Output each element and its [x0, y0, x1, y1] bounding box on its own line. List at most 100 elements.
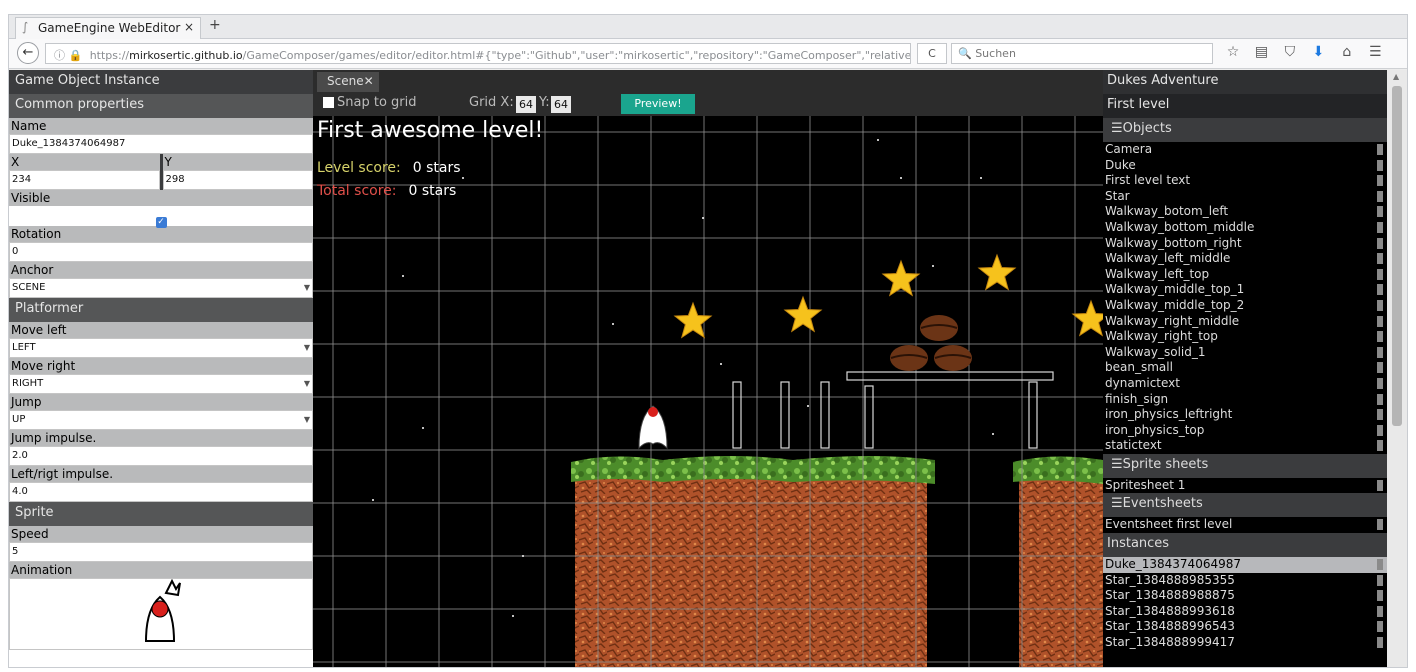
instances-header[interactable]: Instances: [1103, 533, 1387, 558]
objects-header[interactable]: ☰Objects: [1103, 118, 1387, 142]
preview-button[interactable]: Preview!: [621, 94, 695, 114]
object-item[interactable]: statictext: [1103, 438, 1387, 454]
section-sprite[interactable]: Sprite: [9, 502, 313, 526]
object-item[interactable]: Walkway_middle_top_1: [1103, 282, 1387, 298]
object-item[interactable]: Star: [1103, 189, 1387, 205]
home-icon[interactable]: ⌂: [1335, 44, 1359, 60]
trash-icon[interactable]: [1377, 574, 1383, 586]
ground-block-right[interactable]: [1013, 456, 1103, 668]
trash-icon[interactable]: [1377, 590, 1383, 602]
back-arrow-icon[interactable]: ←: [17, 42, 39, 64]
trash-icon[interactable]: [1377, 206, 1383, 218]
tab-close-icon[interactable]: ×: [184, 20, 194, 34]
instance-item[interactable]: Star_1384888999417: [1103, 635, 1387, 651]
star-objects[interactable]: [673, 253, 1103, 339]
move-right-select[interactable]: RIGHT ▼: [9, 374, 313, 394]
trash-icon[interactable]: [1377, 393, 1383, 405]
download-icon[interactable]: ⬇: [1306, 44, 1330, 60]
instance-item[interactable]: Star_1384888993618: [1103, 604, 1387, 620]
ground-block-left[interactable]: [571, 456, 935, 668]
instance-item[interactable]: Star_1384888988875: [1103, 588, 1387, 604]
trash-icon[interactable]: [1377, 362, 1383, 374]
trash-icon[interactable]: [1377, 424, 1383, 436]
jump-impulse-field[interactable]: 2.0: [9, 446, 313, 466]
instance-item[interactable]: Duke_1384374064987: [1103, 557, 1387, 573]
duke-character[interactable]: [638, 405, 668, 450]
object-item[interactable]: iron_physics_top: [1103, 423, 1387, 439]
trash-icon[interactable]: [1377, 268, 1383, 280]
trash-icon[interactable]: [1377, 221, 1383, 233]
menu-icon[interactable]: ☰: [1363, 44, 1387, 60]
instance-item[interactable]: Star_1384888985355: [1103, 573, 1387, 589]
trash-icon[interactable]: [1377, 175, 1383, 187]
instance-item[interactable]: Star_1384888996543: [1103, 619, 1387, 635]
scene-tab-close-icon[interactable]: ✕: [364, 74, 374, 88]
level-title-text[interactable]: First awesome level!: [317, 118, 543, 143]
total-score-text[interactable]: Total score: 0 stars: [317, 183, 456, 199]
reading-list-icon[interactable]: ▤: [1249, 44, 1273, 60]
trash-icon[interactable]: [1377, 621, 1383, 633]
iron-physics-objects[interactable]: [732, 371, 1054, 449]
object-item[interactable]: Walkway_botom_left: [1103, 204, 1387, 220]
page-scrollbar[interactable]: ▲: [1387, 70, 1407, 667]
trash-icon[interactable]: [1377, 284, 1383, 296]
level-name[interactable]: First level: [1103, 94, 1387, 118]
section-common-properties[interactable]: Common properties: [9, 94, 313, 118]
object-item[interactable]: Walkway_right_middle: [1103, 314, 1387, 330]
visible-checkbox[interactable]: ✓: [155, 217, 167, 228]
url-bar[interactable]: ⓘ 🔒 https://mirkosertic.github.io/GameCo…: [45, 43, 911, 64]
trash-icon[interactable]: [1377, 159, 1383, 171]
new-tab-button[interactable]: +: [209, 17, 221, 33]
object-item[interactable]: Duke: [1103, 158, 1387, 174]
object-item[interactable]: bean_small: [1103, 360, 1387, 376]
object-item[interactable]: dynamictext: [1103, 376, 1387, 392]
move-left-select[interactable]: LEFT ▼: [9, 338, 313, 358]
animation-preview[interactable]: [9, 578, 313, 650]
eventsheets-header[interactable]: ☰Eventsheets: [1103, 493, 1387, 518]
object-item[interactable]: Walkway_solid_1: [1103, 345, 1387, 361]
object-item[interactable]: First level text: [1103, 173, 1387, 189]
object-item[interactable]: Walkway_right_top: [1103, 329, 1387, 345]
trash-icon[interactable]: [1377, 237, 1383, 249]
trash-icon[interactable]: [1377, 315, 1383, 327]
speed-field[interactable]: 5: [9, 542, 313, 562]
object-item[interactable]: Walkway_left_middle: [1103, 251, 1387, 267]
star-icon[interactable]: [977, 253, 1017, 291]
object-item[interactable]: finish_sign: [1103, 392, 1387, 408]
pocket-icon[interactable]: ⛉: [1278, 44, 1302, 60]
trash-icon[interactable]: [1377, 559, 1383, 571]
object-item[interactable]: iron_physics_leftright: [1103, 407, 1387, 423]
object-item[interactable]: Camera: [1103, 142, 1387, 158]
scene-canvas[interactable]: First awesome level! Level score: 0 stars…: [313, 116, 1103, 668]
eventsheet-item[interactable]: Eventsheet first level: [1103, 517, 1387, 533]
object-item[interactable]: Walkway_bottom_middle: [1103, 220, 1387, 236]
lr-impulse-field[interactable]: 4.0: [9, 482, 313, 502]
star-icon[interactable]: [881, 259, 921, 297]
trash-icon[interactable]: [1377, 637, 1383, 649]
reload-icon[interactable]: C: [917, 43, 947, 64]
object-item[interactable]: Walkway_left_top: [1103, 267, 1387, 283]
rotation-field[interactable]: 0: [9, 242, 313, 262]
trash-icon[interactable]: [1377, 479, 1383, 491]
name-field[interactable]: Duke_1384374064987: [9, 134, 313, 154]
grid-x-input[interactable]: 64: [516, 96, 536, 113]
trash-icon[interactable]: [1377, 519, 1383, 531]
scrollbar-thumb[interactable]: [1392, 86, 1402, 426]
tab-scene[interactable]: Scene✕: [317, 72, 379, 92]
trash-icon[interactable]: [1377, 331, 1383, 343]
object-item[interactable]: Walkway_bottom_right: [1103, 236, 1387, 252]
anchor-select[interactable]: SCENE ▼: [9, 278, 313, 298]
x-field[interactable]: 234: [9, 170, 160, 190]
bookmark-star-icon[interactable]: ☆: [1221, 44, 1245, 60]
snap-to-grid-checkbox[interactable]: [323, 97, 334, 108]
trash-icon[interactable]: [1377, 253, 1383, 265]
y-field[interactable]: 298: [162, 170, 313, 190]
object-item[interactable]: Walkway_middle_top_2: [1103, 298, 1387, 314]
coffee-beans[interactable]: [890, 315, 972, 371]
trash-icon[interactable]: [1377, 377, 1383, 389]
section-platformer[interactable]: Platformer: [9, 298, 313, 322]
grid-y-input[interactable]: 64: [551, 96, 571, 113]
trash-icon[interactable]: [1377, 409, 1383, 421]
browser-tab[interactable]: ∫ GameEngine WebEditor ×: [15, 17, 201, 39]
search-input[interactable]: 🔍 Suchen: [951, 43, 1213, 64]
